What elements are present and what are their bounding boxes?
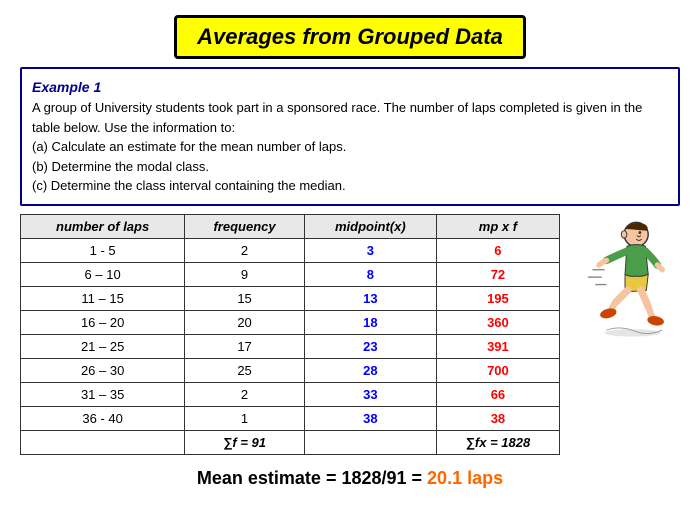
table-row: 1 - 5 2 3 6 xyxy=(21,238,560,262)
data-table: number of laps frequency midpoint(x) mp … xyxy=(20,214,560,455)
laps-3: 11 – 15 xyxy=(21,286,185,310)
table-row: 21 – 25 17 23 391 xyxy=(21,334,560,358)
mean-estimate-line: Mean estimate = 1828/91 = 20.1 laps xyxy=(197,468,503,489)
freq-5: 17 xyxy=(185,334,305,358)
mpf-4: 360 xyxy=(436,310,559,334)
mid-7: 33 xyxy=(304,382,436,406)
freq-8: 1 xyxy=(185,406,305,430)
example-label: Example 1 xyxy=(32,77,668,98)
mpf-3: 195 xyxy=(436,286,559,310)
freq-3: 15 xyxy=(185,286,305,310)
col-header-mid: midpoint(x) xyxy=(304,214,436,238)
page-wrapper: Averages from Grouped Data Example 1 A g… xyxy=(0,0,700,525)
laps-7: 31 – 35 xyxy=(21,382,185,406)
mid-6: 28 xyxy=(304,358,436,382)
laps-2: 6 – 10 xyxy=(21,262,185,286)
mpf-8: 38 xyxy=(436,406,559,430)
page-title: Averages from Grouped Data xyxy=(174,15,526,59)
table-row: 16 – 20 20 18 360 xyxy=(21,310,560,334)
laps-6: 26 – 30 xyxy=(21,358,185,382)
laps-5: 21 – 25 xyxy=(21,334,185,358)
col-header-mpf: mp x f xyxy=(436,214,559,238)
col-header-freq: frequency xyxy=(185,214,305,238)
table-row: 11 – 15 15 13 195 xyxy=(21,286,560,310)
totals-empty2 xyxy=(304,430,436,454)
mean-estimate-text: Mean estimate = 1828/91 = xyxy=(197,468,427,488)
freq-2: 9 xyxy=(185,262,305,286)
freq-7: 2 xyxy=(185,382,305,406)
runner-svg xyxy=(575,214,675,344)
mid-5: 23 xyxy=(304,334,436,358)
mid-4: 18 xyxy=(304,310,436,334)
mpf-6: 700 xyxy=(436,358,559,382)
laps-8: 36 - 40 xyxy=(21,406,185,430)
totals-row: ∑f = 91 ∑fx = 1828 xyxy=(21,430,560,454)
mpf-1: 6 xyxy=(436,238,559,262)
mpf-2: 72 xyxy=(436,262,559,286)
mid-2: 8 xyxy=(304,262,436,286)
laps-4: 16 – 20 xyxy=(21,310,185,334)
runner-illustration xyxy=(570,214,680,344)
freq-4: 20 xyxy=(185,310,305,334)
example-text: A group of University students took part… xyxy=(32,98,668,196)
mid-3: 13 xyxy=(304,286,436,310)
table-row: 36 - 40 1 38 38 xyxy=(21,406,560,430)
total-mpf: ∑fx = 1828 xyxy=(436,430,559,454)
freq-6: 25 xyxy=(185,358,305,382)
mpf-5: 391 xyxy=(436,334,559,358)
mid-1: 3 xyxy=(304,238,436,262)
mid-8: 38 xyxy=(304,406,436,430)
freq-1: 2 xyxy=(185,238,305,262)
table-row: 6 – 10 9 8 72 xyxy=(21,262,560,286)
table-row: 31 – 35 2 33 66 xyxy=(21,382,560,406)
example-box: Example 1 A group of University students… xyxy=(20,67,680,206)
laps-1: 1 - 5 xyxy=(21,238,185,262)
mpf-7: 66 xyxy=(436,382,559,406)
mean-estimate-value: 20.1 laps xyxy=(427,468,503,488)
table-row: 26 – 30 25 28 700 xyxy=(21,358,560,382)
total-freq: ∑f = 91 xyxy=(185,430,305,454)
col-header-laps: number of laps xyxy=(21,214,185,238)
main-content: number of laps frequency midpoint(x) mp … xyxy=(20,214,680,455)
totals-empty xyxy=(21,430,185,454)
